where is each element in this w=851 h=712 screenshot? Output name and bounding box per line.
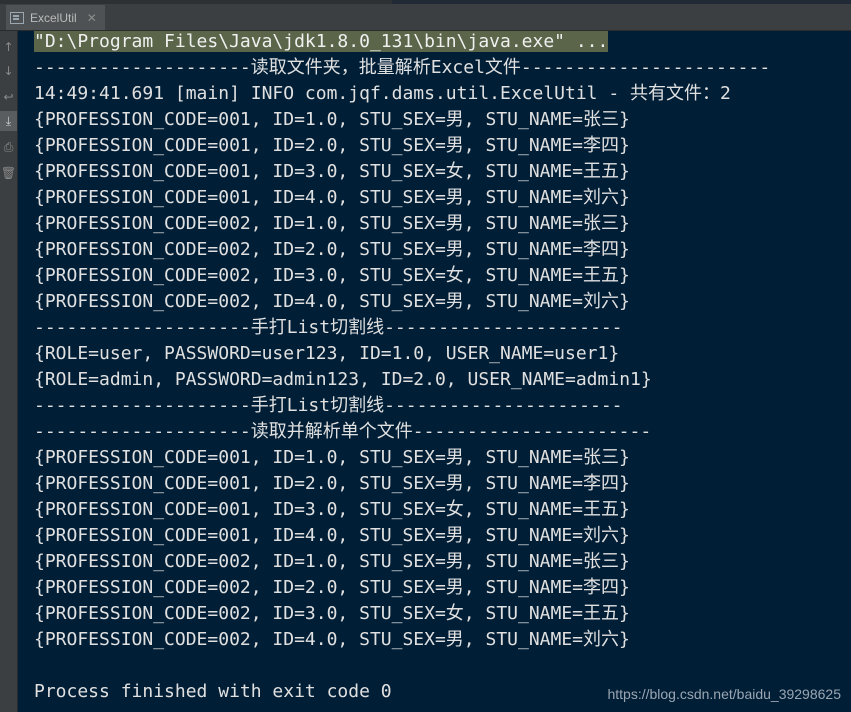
console-line: {PROFESSION_CODE=002, ID=3.0, STU_SEX=女,… [34, 263, 851, 289]
console-line: {PROFESSION_CODE=001, ID=2.0, STU_SEX=男,… [34, 471, 851, 497]
console-line: --------------------读取并解析单个文件-----------… [34, 419, 851, 445]
console-line: {PROFESSION_CODE=001, ID=3.0, STU_SEX=女,… [34, 497, 851, 523]
console-line-text: {PROFESSION_CODE=001, ID=2.0, STU_SEX=男,… [34, 135, 630, 156]
console-line: {PROFESSION_CODE=001, ID=4.0, STU_SEX=男,… [34, 523, 851, 549]
console-line-text: --------------------手打List切割线-----------… [34, 395, 623, 416]
console-line-text: {PROFESSION_CODE=001, ID=1.0, STU_SEX=男,… [34, 109, 630, 130]
console-line: {PROFESSION_CODE=002, ID=4.0, STU_SEX=男,… [34, 627, 851, 653]
down-arrow-icon[interactable]: ↓ [0, 61, 17, 81]
console-line-text: {PROFESSION_CODE=001, ID=2.0, STU_SEX=男,… [34, 473, 630, 494]
console-line: {PROFESSION_CODE=001, ID=3.0, STU_SEX=女,… [34, 159, 851, 185]
console-line-text: --------------------读取并解析单个文件-----------… [34, 421, 652, 442]
print-icon[interactable]: ⎙ [0, 137, 17, 157]
watermark: https://blog.csdn.net/baidu_39298625 [607, 686, 841, 702]
console-toolbar: ↑ ↓ ↩ ⤓ ⎙ 🗑 [0, 31, 18, 712]
tab-excelutil[interactable]: ExcelUtil ✕ [6, 5, 105, 30]
console-line-text: {PROFESSION_CODE=001, ID=4.0, STU_SEX=男,… [34, 187, 630, 208]
console-tab-icon [10, 11, 24, 24]
scroll-to-end-icon[interactable]: ⤓ [0, 111, 17, 131]
console-line: {PROFESSION_CODE=001, ID=4.0, STU_SEX=男,… [34, 185, 851, 211]
console-line-text: 14:49:41.691 [main] INFO com.jqf.dams.ut… [34, 83, 731, 104]
console-line-text: {PROFESSION_CODE=002, ID=1.0, STU_SEX=男,… [34, 551, 630, 572]
console-line-text: {ROLE=admin, PASSWORD=admin123, ID=2.0, … [34, 369, 652, 390]
console-line-text: {PROFESSION_CODE=001, ID=3.0, STU_SEX=女,… [34, 161, 630, 182]
console-line: {PROFESSION_CODE=002, ID=4.0, STU_SEX=男,… [34, 289, 851, 315]
console-line-text: {PROFESSION_CODE=002, ID=3.0, STU_SEX=女,… [34, 603, 630, 624]
console-output[interactable]: "D:\Program Files\Java\jdk1.8.0_131\bin\… [34, 29, 851, 705]
console-line: --------------------手打List切割线-----------… [34, 315, 851, 341]
console-line-text: {PROFESSION_CODE=002, ID=3.0, STU_SEX=女,… [34, 265, 630, 286]
console-line: {PROFESSION_CODE=001, ID=1.0, STU_SEX=男,… [34, 445, 851, 471]
trash-icon[interactable]: 🗑 [0, 163, 17, 183]
console-line-text: {PROFESSION_CODE=002, ID=4.0, STU_SEX=男,… [34, 291, 630, 312]
up-arrow-icon[interactable]: ↑ [0, 37, 17, 57]
tab-title: ExcelUtil [30, 10, 77, 25]
console-line-text: --------------------读取文件夹，批量解析Excel文件---… [34, 57, 771, 78]
console-line-text: {PROFESSION_CODE=001, ID=1.0, STU_SEX=男,… [34, 447, 630, 468]
console-line: {PROFESSION_CODE=002, ID=3.0, STU_SEX=女,… [34, 601, 851, 627]
close-icon[interactable]: ✕ [87, 11, 97, 25]
console-line-text: --------------------手打List切割线-----------… [34, 317, 623, 338]
console-command-line: "D:\Program Files\Java\jdk1.8.0_131\bin\… [34, 29, 851, 55]
console-line: {ROLE=user, PASSWORD=user123, ID=1.0, US… [34, 341, 851, 367]
console-line: {PROFESSION_CODE=001, ID=1.0, STU_SEX=男,… [34, 107, 851, 133]
soft-wrap-icon[interactable]: ↩ [0, 87, 17, 107]
console-line: --------------------手打List切割线-----------… [34, 393, 851, 419]
tabbar-top-strip [0, 0, 851, 4]
console-line-text: {PROFESSION_CODE=002, ID=2.0, STU_SEX=男,… [34, 577, 630, 598]
console-line: --------------------读取文件夹，批量解析Excel文件---… [34, 55, 851, 81]
console-line: 14:49:41.691 [main] INFO com.jqf.dams.ut… [34, 81, 851, 107]
console-line: {PROFESSION_CODE=001, ID=2.0, STU_SEX=男,… [34, 133, 851, 159]
console-line-text: {PROFESSION_CODE=002, ID=2.0, STU_SEX=男,… [34, 239, 630, 260]
console-line-text: {PROFESSION_CODE=002, ID=4.0, STU_SEX=男,… [34, 629, 630, 650]
console-line: {PROFESSION_CODE=002, ID=1.0, STU_SEX=男,… [34, 549, 851, 575]
tabbar-accent [392, 0, 851, 4]
console-line: {PROFESSION_CODE=002, ID=2.0, STU_SEX=男,… [34, 237, 851, 263]
console-line-text: {ROLE=user, PASSWORD=user123, ID=1.0, US… [34, 343, 620, 364]
console-line: {PROFESSION_CODE=002, ID=1.0, STU_SEX=男,… [34, 211, 851, 237]
console-line-text: {PROFESSION_CODE=001, ID=3.0, STU_SEX=女,… [34, 499, 630, 520]
console-line: {ROLE=admin, PASSWORD=admin123, ID=2.0, … [34, 367, 851, 393]
console-line-text: {PROFESSION_CODE=001, ID=4.0, STU_SEX=男,… [34, 525, 630, 546]
console-line: {PROFESSION_CODE=002, ID=2.0, STU_SEX=男,… [34, 575, 851, 601]
console-line-text: "D:\Program Files\Java\jdk1.8.0_131\bin\… [34, 31, 609, 52]
console-line-text: {PROFESSION_CODE=002, ID=1.0, STU_SEX=男,… [34, 213, 630, 234]
tool-window-tabbar: ExcelUtil ✕ [0, 0, 851, 31]
console-line-text: Process finished with exit code 0 [34, 681, 392, 702]
